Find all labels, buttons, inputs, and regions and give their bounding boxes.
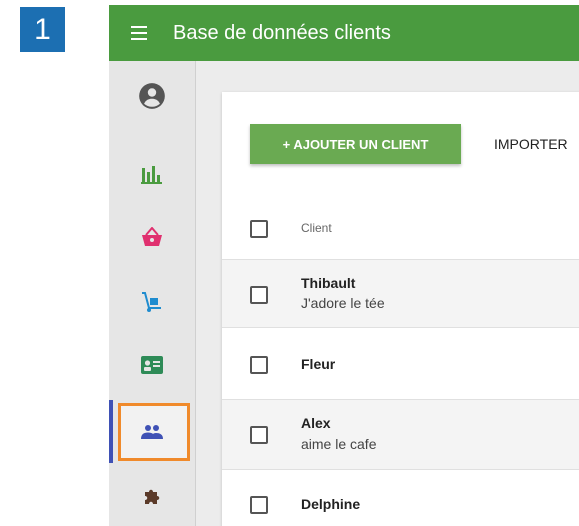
sidebar-item-account[interactable] <box>109 61 195 131</box>
menu-icon[interactable] <box>131 26 153 40</box>
sidebar-item-statistics[interactable] <box>109 139 195 209</box>
contact-card-icon <box>141 356 163 374</box>
puzzle-icon <box>145 489 160 504</box>
sidebar <box>109 61 196 526</box>
account-circle-icon <box>139 83 165 109</box>
add-client-button[interactable]: + AJOUTER UN CLIENT <box>250 124 461 164</box>
sidebar-item-contacts[interactable] <box>109 330 195 400</box>
hand-truck-icon <box>142 292 161 312</box>
table-row[interactable]: Alex aime le cafe <box>222 400 579 470</box>
table-row[interactable]: Fleur <box>222 328 579 400</box>
sidebar-item-orders[interactable] <box>109 202 195 272</box>
clients-card: + AJOUTER UN CLIENT IMPORTER Client Thib… <box>222 92 579 526</box>
app-title: Base de données clients <box>173 21 391 44</box>
row-checkbox[interactable] <box>250 496 268 514</box>
client-name: Thibault <box>301 275 356 291</box>
main-content: + AJOUTER UN CLIENT IMPORTER Client Thib… <box>196 61 579 526</box>
select-all-checkbox[interactable] <box>250 220 268 238</box>
row-checkbox[interactable] <box>250 426 268 444</box>
column-header-client[interactable]: Client <box>301 221 332 235</box>
people-icon <box>141 425 163 439</box>
table-header: Client <box>222 196 579 260</box>
client-note: J'adore le tée <box>301 295 385 311</box>
client-name: Alex <box>301 415 331 431</box>
sidebar-item-deliveries[interactable] <box>109 267 195 337</box>
app-window: Base de données clients + AJOUTER UN CLI… <box>109 5 579 526</box>
step-number-badge: 1 <box>20 7 65 52</box>
shopping-basket-icon <box>142 227 162 246</box>
table-row[interactable]: Thibault J'adore le tée <box>222 260 579 328</box>
row-checkbox[interactable] <box>250 356 268 374</box>
row-checkbox[interactable] <box>250 286 268 304</box>
client-name: Delphine <box>301 496 361 512</box>
sidebar-item-clients[interactable] <box>109 397 195 467</box>
sidebar-item-extensions[interactable] <box>109 467 195 526</box>
import-button[interactable]: IMPORTER <box>494 124 568 164</box>
table-row[interactable]: Delphine <box>222 470 579 526</box>
app-bar: Base de données clients <box>109 5 579 61</box>
bar-chart-icon <box>141 166 162 184</box>
client-note: aime le cafe <box>301 436 377 452</box>
client-name: Fleur <box>301 356 336 372</box>
